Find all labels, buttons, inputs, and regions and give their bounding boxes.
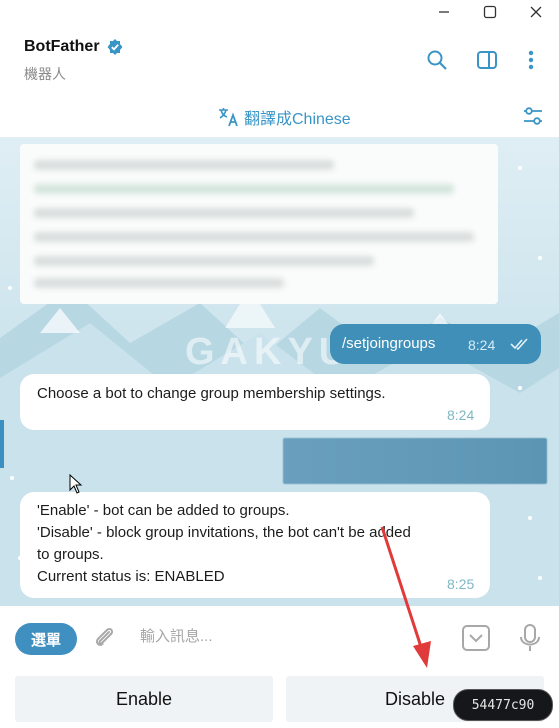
message-input[interactable] [140, 628, 440, 645]
message-time: 8:24 [468, 337, 496, 353]
translate-icon [219, 108, 238, 127]
more-vertical-icon [528, 50, 534, 70]
message-incoming[interactable]: Choose a bot to change group membership … [20, 374, 490, 430]
attach-button[interactable] [90, 624, 118, 657]
chat-title: BotFather [24, 38, 100, 55]
chat-header: BotFather 機器人 [0, 24, 559, 96]
double-check-icon [510, 338, 528, 351]
id-badge: 54477c90 [453, 689, 553, 721]
search-button[interactable] [423, 46, 451, 74]
title-row[interactable]: BotFather [24, 38, 124, 56]
more-button[interactable] [517, 46, 545, 74]
message-line: to groups. [37, 546, 104, 563]
mouse-cursor-icon [69, 474, 83, 494]
sliders-icon [524, 107, 542, 125]
chat-area[interactable]: GAKYUKR /setjoingroups 8:24 Choose a bot… [0, 138, 559, 606]
verified-icon [107, 39, 123, 55]
keyboard-toggle-button[interactable] [461, 624, 491, 657]
voice-button[interactable] [518, 623, 542, 658]
message-line: Current status is: ENABLED [37, 568, 225, 585]
message-time: 8:25 [447, 576, 475, 592]
maximize-button[interactable] [467, 0, 513, 24]
chat-subtitle: 機器人 [24, 66, 66, 82]
message-outgoing[interactable]: /setjoingroups 8:24 [330, 324, 541, 364]
close-button[interactable] [513, 0, 559, 24]
search-icon [427, 50, 447, 70]
microphone-icon [520, 624, 540, 651]
message-time: 8:24 [447, 407, 475, 423]
close-icon [530, 6, 542, 18]
maximize-icon [483, 5, 497, 19]
message-text: /setjoingroups [342, 335, 436, 352]
paperclip-icon [95, 627, 114, 646]
window-controls [421, 0, 559, 24]
translate-settings-button[interactable] [521, 104, 545, 133]
blurred-media-card [20, 144, 498, 304]
enable-button[interactable]: Enable [15, 676, 273, 722]
translate-label: 翻譯成Chinese [244, 111, 351, 128]
message-line: 'Enable' - bot can be added to groups. [37, 502, 290, 519]
sidebar-panel-icon [477, 51, 497, 69]
sidebar-toggle-button[interactable] [473, 46, 501, 74]
minimize-button[interactable] [421, 0, 467, 24]
keyboard-toggle-icon [462, 625, 490, 651]
translate-bar: 翻譯成Chinese [0, 96, 559, 138]
message-line: 'Disable' - block group invitations, the… [37, 524, 411, 541]
message-incoming[interactable]: 'Enable' - bot can be added to groups. '… [20, 492, 490, 598]
translate-button[interactable]: 翻譯成Chinese [218, 105, 351, 129]
left-accent [0, 420, 4, 468]
menu-button[interactable]: 選單 [15, 623, 77, 655]
blurred-message [283, 438, 547, 484]
message-text: Choose a bot to change group membership … [37, 385, 386, 402]
message-composer: 選單 [0, 606, 559, 668]
minimize-icon [439, 11, 449, 13]
